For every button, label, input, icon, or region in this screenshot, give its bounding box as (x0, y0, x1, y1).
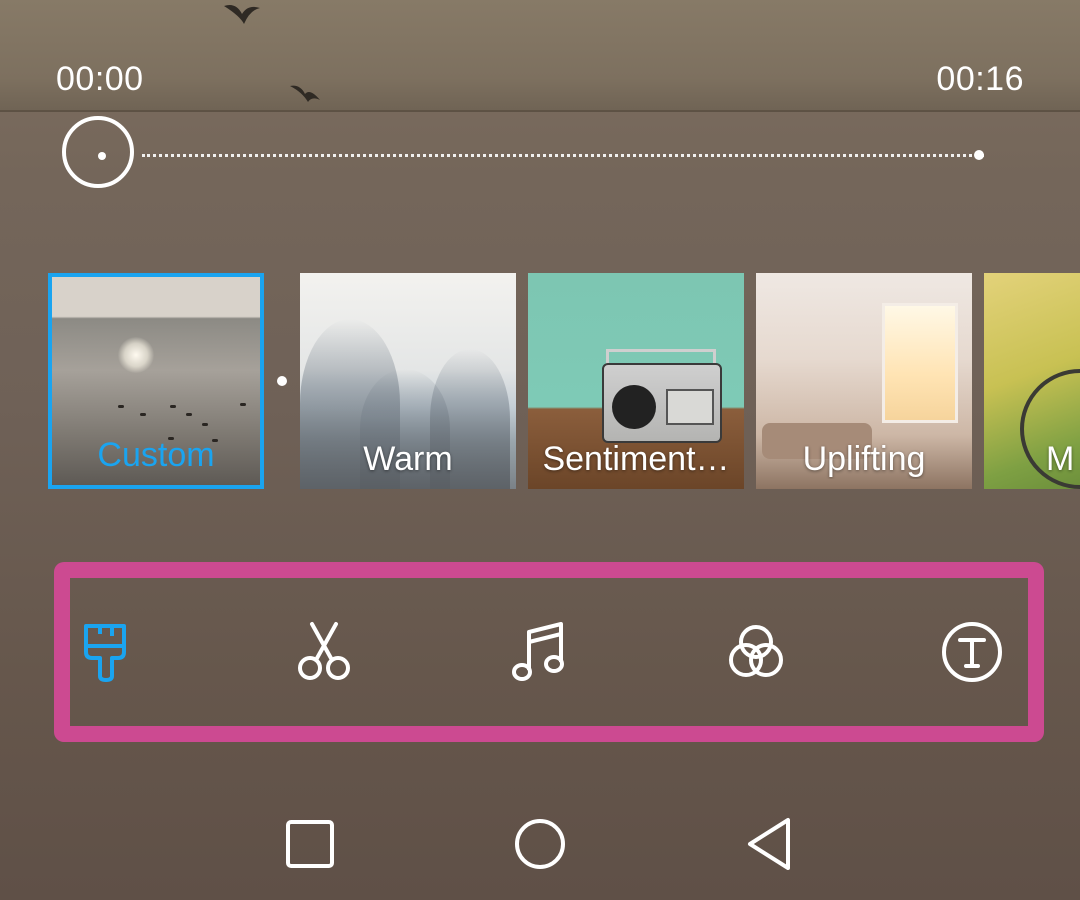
music-tool-button[interactable] (505, 618, 573, 686)
theme-partial[interactable]: M (984, 273, 1080, 489)
speaker-image (612, 385, 656, 429)
filter-tool-button[interactable] (722, 618, 790, 686)
timeline-handle[interactable] (62, 116, 134, 188)
sun-glow (118, 337, 154, 373)
playback-timeline[interactable] (62, 116, 1002, 196)
theme-tool-button[interactable] (72, 618, 140, 686)
bird-icon (290, 85, 320, 102)
theme-sentimental[interactable]: Sentiment… (528, 273, 744, 489)
system-navigation-bar (0, 800, 1080, 890)
cassette-radio-image (602, 363, 722, 443)
theme-label: Warm (363, 440, 453, 478)
total-duration: 00:16 (936, 60, 1024, 98)
edit-toolbar (54, 562, 1044, 742)
home-icon (515, 819, 565, 869)
bird-icon (224, 5, 260, 24)
theme-custom[interactable]: Custom (48, 273, 264, 489)
theme-label: Sentiment… (542, 440, 730, 478)
cassette-deck-image (666, 389, 714, 425)
recent-apps-button[interactable] (280, 814, 340, 874)
back-button[interactable] (740, 814, 800, 874)
recent-apps-icon (286, 820, 334, 868)
theme-warm[interactable]: Warm (300, 273, 516, 489)
timeline-track[interactable] (142, 154, 984, 157)
filter-circles-icon (729, 625, 783, 677)
scissors-icon (298, 622, 350, 680)
music-note-icon (512, 622, 564, 681)
trim-tool-button[interactable] (290, 618, 358, 686)
handle-center-dot (98, 152, 106, 160)
selection-indicator-dot (277, 376, 287, 386)
timeline-end-marker (974, 150, 984, 160)
paintbrush-icon (84, 624, 126, 682)
text-tool-button[interactable] (938, 618, 1006, 686)
current-time: 00:00 (56, 60, 144, 98)
theme-label: Custom (97, 436, 215, 474)
theme-label: M (1046, 440, 1075, 478)
theme-carousel[interactable]: Custom Warm Sentiment… Uplifting M (48, 273, 1080, 491)
text-icon (942, 622, 1002, 682)
video-preview (0, 0, 1080, 112)
theme-uplifting[interactable]: Uplifting (756, 273, 972, 489)
back-icon (748, 818, 790, 870)
home-button[interactable] (510, 814, 570, 874)
theme-label: Uplifting (802, 440, 926, 478)
window-image (882, 303, 958, 423)
